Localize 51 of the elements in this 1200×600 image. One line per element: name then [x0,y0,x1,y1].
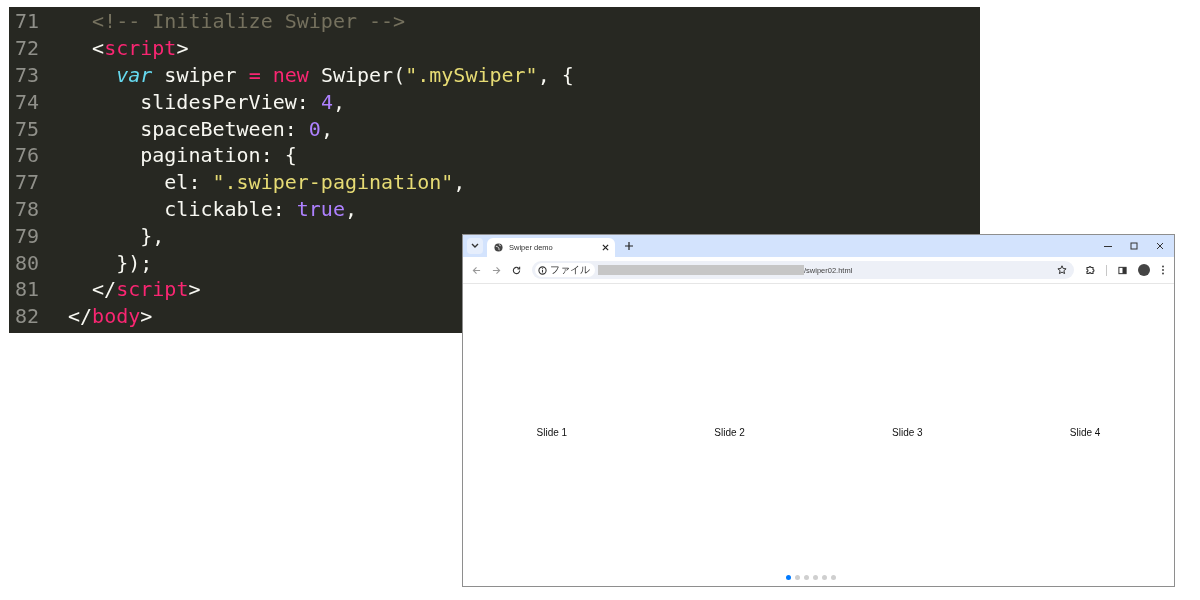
chevron-down-icon [471,243,479,249]
line-number: 81 [14,277,41,302]
tab-list-button[interactable] [467,238,483,254]
info-icon [538,265,547,275]
profile-avatar-icon[interactable] [1138,264,1150,276]
code-line: </script> [91,277,201,302]
line-number: 78 [14,196,41,221]
code-line: var swiper = new Swiper(".mySwiper", { [115,63,574,87]
pagination-dot[interactable] [795,575,800,580]
side-panel-icon[interactable] [1118,265,1127,275]
pagination-dot[interactable] [831,575,836,580]
close-icon[interactable] [602,244,609,251]
reload-icon[interactable] [512,265,521,275]
back-arrow-icon[interactable] [472,265,481,275]
pagination-dot[interactable] [786,575,791,580]
line-number: 77 [14,170,41,195]
line-number: 75 [14,116,41,141]
code-line: pagination: { [139,143,297,168]
globe-icon [494,243,503,252]
puzzle-icon[interactable] [1085,265,1095,275]
slide-label: Slide 2 [714,427,745,438]
slide-label: Slide 3 [892,427,923,438]
code-line: }); [115,250,153,275]
line-number: 72 [14,36,41,61]
site-info-chip[interactable]: ファイル [535,263,595,277]
menu-icon[interactable] [1161,265,1165,275]
code-line: <!-- Initialize Swiper --> [91,9,406,34]
line-number: 71 [14,9,41,34]
slide-label: Slide 1 [536,427,568,438]
code-line: </body> [68,304,153,329]
pagination-dot[interactable] [813,575,818,580]
line-number: 82 [14,304,41,329]
line-number: 80 [14,250,41,275]
maximize-icon[interactable] [1130,242,1138,250]
code-line: clickable: true, [163,196,357,221]
code-line: spaceBetween: 0, [139,116,333,141]
line-number: 76 [14,143,41,168]
pagination-dot[interactable] [804,575,809,580]
code-line: el: ".swiper-pagination", [163,170,466,195]
code-line: <script> [91,36,189,61]
close-icon[interactable] [1156,242,1164,250]
forward-arrow-icon[interactable] [492,265,501,275]
pagination-dot[interactable] [822,575,827,580]
slide-label: Slide 4 [1069,427,1101,438]
star-icon[interactable] [1057,265,1067,275]
code-line: }, [139,223,165,248]
line-number: 74 [14,89,41,114]
code-line: slidesPerView: 4, [139,89,345,114]
line-number: 79 [14,223,41,248]
line-number: 73 [14,63,41,87]
new-tab-icon[interactable] [625,242,633,250]
